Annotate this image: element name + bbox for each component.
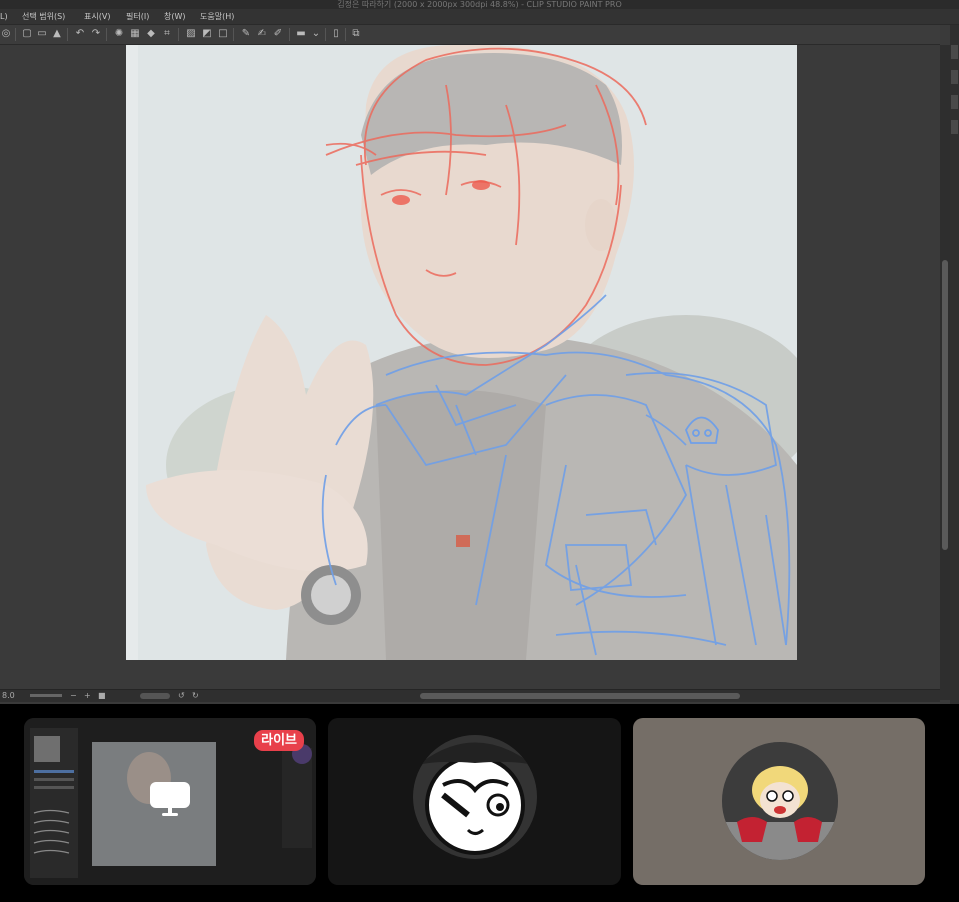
edit-icon[interactable]: ⧉ xyxy=(350,28,362,40)
toolbar-separator xyxy=(325,28,326,41)
transform-icon[interactable]: ⌗ xyxy=(161,28,173,40)
undo-icon[interactable]: ↶ xyxy=(74,28,86,40)
right-dock xyxy=(950,25,959,704)
toolbar-separator xyxy=(67,28,68,41)
menu-item-selection[interactable]: 선택 범위(S) xyxy=(22,10,65,23)
redo-icon[interactable]: ↷ xyxy=(90,28,102,40)
status-bar: 8.0 − + ■ ↺ ↻ xyxy=(0,689,940,702)
device-icon[interactable]: ▯ xyxy=(330,28,342,40)
participant-tile[interactable] xyxy=(633,718,925,885)
rotation-slider[interactable] xyxy=(140,693,170,699)
zoom-readout: 8.0 xyxy=(2,691,15,700)
drawing-canvas[interactable] xyxy=(126,45,797,660)
rotate-left-icon[interactable]: ↺ xyxy=(178,690,185,701)
open-file-icon[interactable]: ▭ xyxy=(36,28,48,40)
avatar-image xyxy=(722,742,838,860)
dock-button[interactable] xyxy=(951,70,958,84)
pen-icon[interactable]: ✎ xyxy=(240,28,252,40)
menu-item-window[interactable]: 창(W) xyxy=(164,10,186,23)
screen-share-tile[interactable]: 라이브 xyxy=(24,718,316,885)
toolbar-separator xyxy=(289,28,290,41)
zoom-in-icon[interactable]: + xyxy=(84,690,91,701)
toolbar-separator xyxy=(106,28,107,41)
menu-bar: L) 선택 범위(S) 표시(V) 필터(I) 창(W) 도움말(H) xyxy=(0,9,959,25)
avatar-image xyxy=(413,735,537,859)
canvas-artwork xyxy=(126,45,797,660)
dock-button[interactable] xyxy=(951,95,958,109)
rotate-icon[interactable]: ■ xyxy=(98,690,106,701)
save-icon[interactable]: ▲ xyxy=(51,28,63,40)
clear-icon[interactable]: ✺ xyxy=(113,28,125,40)
monitor-icon xyxy=(150,782,190,816)
canvas-workspace xyxy=(0,45,940,689)
deselect-icon[interactable]: ▨ xyxy=(185,28,197,40)
dock-button[interactable] xyxy=(951,120,958,134)
vertical-scrollbar-thumb[interactable] xyxy=(942,260,948,550)
new-file-icon[interactable]: ▢ xyxy=(21,28,33,40)
avatar xyxy=(722,742,838,860)
toolbar-separator xyxy=(233,28,234,41)
toolbar-separator xyxy=(345,28,346,41)
clear-outside-icon[interactable]: ▦ xyxy=(129,28,141,40)
zoom-out-icon[interactable]: − xyxy=(70,690,77,701)
vertical-scrollbar[interactable] xyxy=(940,45,950,700)
menu-item-filter[interactable]: 필터(I) xyxy=(126,10,149,23)
participant-tile[interactable] xyxy=(328,718,621,885)
invert-selection-icon[interactable]: ◩ xyxy=(201,28,213,40)
horizontal-scrollbar-thumb[interactable] xyxy=(420,693,740,699)
brush-icon[interactable]: ✍ xyxy=(256,28,268,40)
menu-item-view[interactable]: 표시(V) xyxy=(84,10,110,23)
menu-item-layer[interactable]: L) xyxy=(0,10,8,23)
eraser-icon[interactable]: ✐ xyxy=(272,28,284,40)
menu-item-help[interactable]: 도움말(H) xyxy=(200,10,234,23)
zoom-slider[interactable] xyxy=(30,694,62,697)
command-bar: ◎ ▢ ▭ ▲ ↶ ↷ ✺ ▦ ◆ ⌗ ▨ ◩ □ ✎ ✍ ✐ ▬ ⌄ ▯ ⧉ xyxy=(0,25,940,45)
dock-button[interactable] xyxy=(951,45,958,59)
toolbar-separator xyxy=(15,28,16,41)
app-icon[interactable]: ◎ xyxy=(0,28,12,40)
avatar xyxy=(413,735,537,859)
toolbar-separator xyxy=(178,28,179,41)
window-title: 김정은 따라하기 (2000 x 2000px 300dpi 48.8%) - … xyxy=(0,0,959,9)
selection-border-icon[interactable]: □ xyxy=(217,28,229,40)
chevron-down-icon[interactable]: ⌄ xyxy=(310,28,322,40)
rotate-right-icon[interactable]: ↻ xyxy=(192,690,199,701)
fill-icon[interactable]: ◆ xyxy=(145,28,157,40)
clip-studio-window: 김정은 따라하기 (2000 x 2000px 300dpi 48.8%) - … xyxy=(0,0,959,704)
live-badge: 라이브 xyxy=(254,730,304,751)
ruler-icon[interactable]: ▬ xyxy=(295,28,307,40)
